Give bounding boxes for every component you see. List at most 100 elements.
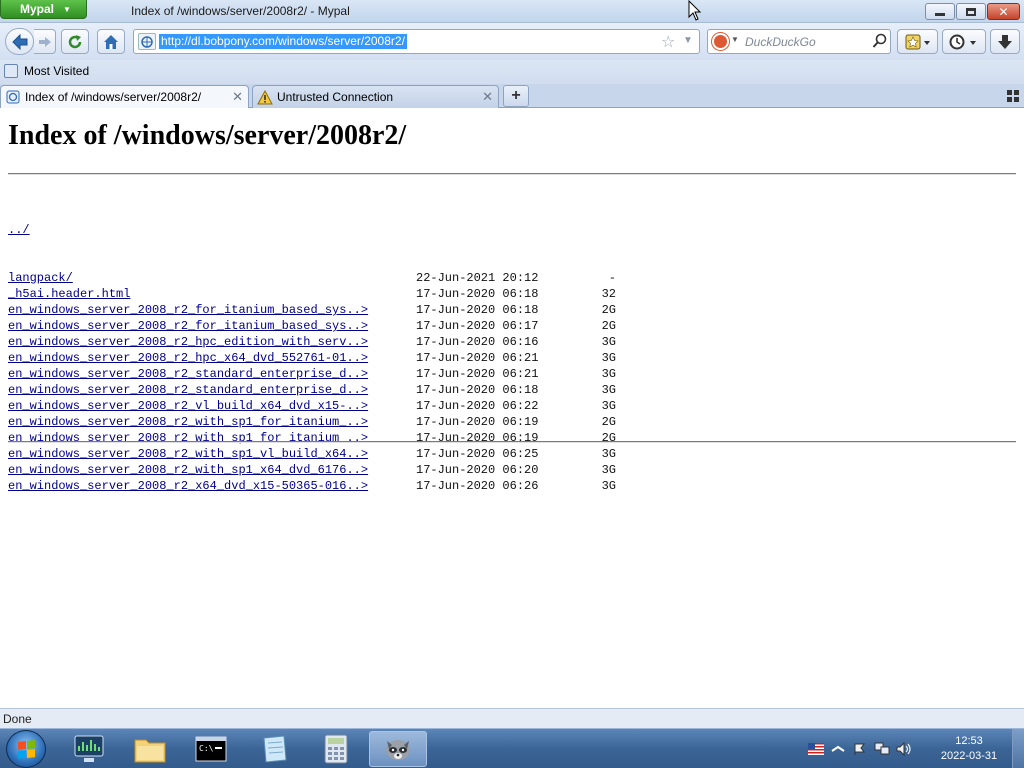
file-link[interactable]: en_windows_server_2008_r2_standard_enter… (8, 366, 368, 382)
clock-time: 12:53 (955, 735, 983, 747)
url-dropdown-icon[interactable]: ▼ (683, 35, 693, 46)
most-visited-bookmark[interactable]: Most Visited (4, 64, 89, 78)
mypal-raccoon-icon[interactable] (369, 731, 427, 767)
search-bar[interactable]: ▼ DuckDuckGo (707, 29, 891, 54)
chevron-down-icon[interactable]: ▼ (731, 35, 739, 44)
download-arrow-icon (998, 34, 1012, 49)
file-link[interactable]: en_windows_server_2008_r2_for_itanium_ba… (8, 302, 368, 318)
downloads-button[interactable] (990, 29, 1020, 54)
notepad-icon[interactable] (245, 731, 303, 767)
back-arrow-icon (11, 33, 27, 50)
status-bar: Done (0, 708, 1024, 728)
tab-index-of-2008r2[interactable]: Index of /windows/server/2008r2/ ✕ (0, 85, 249, 108)
tab-label: Untrusted Connection (277, 90, 394, 104)
bookmark-folder-icon (4, 64, 18, 78)
task-manager-icon[interactable] (60, 731, 118, 767)
file-date: 17-Jun-2020 06:22 (416, 399, 539, 413)
network-icon[interactable] (874, 742, 890, 756)
file-size: 3G (601, 383, 616, 397)
chevron-down-icon: ▼ (63, 4, 71, 14)
file-date: 17-Jun-2020 06:16 (416, 335, 539, 349)
reload-button[interactable] (61, 29, 89, 54)
home-button[interactable] (97, 29, 125, 54)
taskbar: C:\ 12:53 2022-03-31 (0, 728, 1024, 768)
us-flag-language-icon[interactable] (808, 742, 824, 756)
file-date: 17-Jun-2020 06:21 (416, 367, 539, 381)
action-center-icon[interactable] (852, 742, 868, 756)
search-icon[interactable] (872, 33, 888, 49)
file-size: 3G (601, 399, 616, 413)
volume-icon[interactable] (896, 742, 912, 756)
bookmark-star-icon[interactable]: ☆ (661, 32, 675, 52)
forward-button[interactable] (34, 29, 56, 54)
minimize-button[interactable] (925, 3, 955, 20)
back-button[interactable] (5, 28, 34, 55)
warning-icon (257, 89, 273, 105)
file-date: 17-Jun-2020 06:18 (416, 287, 539, 301)
close-tab-icon[interactable]: ✕ (232, 89, 243, 105)
file-link[interactable]: en_windows_server_2008_r2_x64_dvd_x15-50… (8, 478, 368, 494)
file-link[interactable]: en_windows_server_2008_r2_hpc_x64_dvd_55… (8, 350, 368, 366)
file-size: 3G (601, 335, 616, 349)
forward-arrow-icon (38, 36, 51, 47)
list-item: en_windows_server_2008_r2_with_sp1_vl_bu… (8, 446, 616, 462)
show-hidden-icons-icon[interactable] (830, 742, 846, 756)
restore-icon (966, 7, 976, 16)
list-item: en_windows_server_2008_r2_for_itanium_ba… (8, 318, 616, 334)
history-button[interactable] (942, 29, 986, 54)
file-explorer-icon[interactable] (121, 731, 179, 767)
bookmarks-button[interactable] (897, 29, 938, 54)
most-visited-label: Most Visited (24, 64, 90, 78)
plus-icon: + (511, 87, 521, 104)
list-item: en_windows_server_2008_r2_standard_enter… (8, 382, 616, 398)
list-item: en_windows_server_2008_r2_with_sp1_x64_d… (8, 462, 616, 478)
file-size: 2G (601, 431, 616, 445)
new-tab-button[interactable]: + (503, 85, 529, 107)
file-link[interactable]: en_windows_server_2008_r2_vl_build_x64_d… (8, 398, 368, 414)
status-text: Done (3, 712, 32, 726)
file-link[interactable]: en_windows_server_2008_r2_hpc_edition_wi… (8, 334, 368, 350)
list-item: langpack/22-Jun-2021 20:12 - (8, 270, 616, 286)
file-link[interactable]: _h5ai.header.html (8, 286, 130, 302)
search-placeholder[interactable]: DuckDuckGo (745, 35, 816, 49)
close-tab-icon[interactable]: ✕ (482, 89, 493, 105)
page-content: Index of /windows/server/2008r2/ ../ lan… (0, 108, 1024, 708)
maximize-button[interactable] (956, 3, 986, 20)
url-bar[interactable]: http://dl.bobpony.com/windows/server/200… (133, 29, 700, 54)
file-link[interactable]: en_windows_server_2008_r2_with_sp1_for_i… (8, 414, 368, 430)
page-title: Index of /windows/server/2008r2/ (8, 120, 407, 151)
windows-logo-icon (17, 739, 35, 759)
file-link[interactable]: en_windows_server_2008_r2_standard_enter… (8, 382, 368, 398)
command-prompt-icon[interactable]: C:\ (182, 731, 240, 767)
duckduckgo-icon[interactable] (712, 33, 729, 50)
list-all-tabs-icon[interactable] (1007, 90, 1019, 102)
list-item: en_windows_server_2008_r2_hpc_edition_wi… (8, 334, 616, 350)
close-window-button[interactable]: ✕ (987, 3, 1020, 20)
file-link[interactable]: en_windows_server_2008_r2_with_sp1_for_i… (8, 430, 368, 446)
clock[interactable]: 12:53 2022-03-31 (928, 734, 1010, 764)
file-link[interactable]: langpack/ (8, 270, 73, 286)
file-link[interactable]: en_windows_server_2008_r2_for_itanium_ba… (8, 318, 368, 334)
system-tray (808, 739, 912, 759)
page-icon (5, 89, 21, 105)
file-date: 17-Jun-2020 06:17 (416, 319, 539, 333)
navigation-toolbar: http://dl.bobpony.com/windows/server/200… (0, 23, 1024, 60)
file-link[interactable]: en_windows_server_2008_r2_with_sp1_x64_d… (8, 462, 368, 478)
start-button[interactable] (6, 730, 46, 768)
tab-untrusted-connection[interactable]: Untrusted Connection ✕ (252, 85, 499, 108)
list-item: en_windows_server_2008_r2_with_sp1_for_i… (8, 430, 616, 446)
show-desktop-button[interactable] (1012, 729, 1024, 768)
file-size: 3G (601, 463, 616, 477)
close-icon: ✕ (998, 4, 1009, 19)
reload-icon (68, 34, 82, 48)
parent-directory-link[interactable]: ../ (8, 222, 30, 238)
history-clock-icon (949, 34, 976, 49)
app-menu-button[interactable]: Mypal ▼ (0, 0, 87, 19)
bookmarks-icon (905, 34, 930, 49)
file-size: 2G (601, 319, 616, 333)
url-text[interactable]: http://dl.bobpony.com/windows/server/200… (159, 34, 407, 49)
calculator-icon[interactable] (307, 731, 365, 767)
site-identity-icon[interactable] (138, 33, 156, 50)
list-item: en_windows_server_2008_r2_for_itanium_ba… (8, 302, 616, 318)
file-link[interactable]: en_windows_server_2008_r2_with_sp1_vl_bu… (8, 446, 368, 462)
